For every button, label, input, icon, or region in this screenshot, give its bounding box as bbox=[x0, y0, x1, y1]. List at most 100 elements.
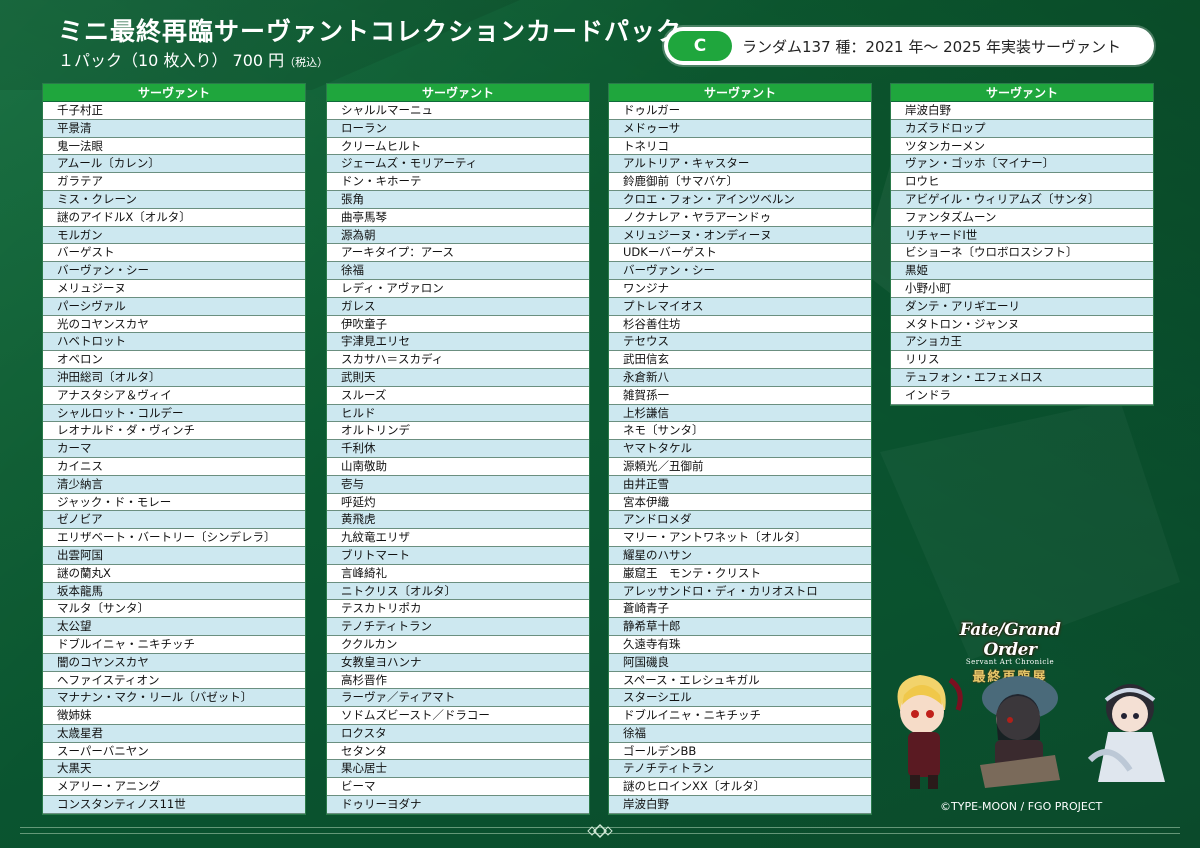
chibi-characters-illustration bbox=[897, 675, 1165, 789]
servant-row: レオナルド・ダ・ヴィンチ bbox=[43, 422, 305, 441]
price-subtitle: １パック（10 枚入り） 700 円（税込） bbox=[58, 47, 328, 71]
servant-row: セタンタ bbox=[327, 742, 589, 761]
chibi-character-left bbox=[897, 675, 963, 789]
servant-row: メドゥーサ bbox=[609, 119, 871, 138]
servant-row: アショカ王 bbox=[891, 333, 1153, 352]
servant-row: ゴールデンBB bbox=[609, 742, 871, 761]
servant-row: メタトロン・ジャンヌ bbox=[891, 315, 1153, 334]
servant-row: シャルロット・コルデー bbox=[43, 404, 305, 423]
servant-row: メリュジーヌ・オンディーヌ bbox=[609, 226, 871, 245]
servant-row: 武則天 bbox=[327, 368, 589, 387]
servant-row: ハベトロット bbox=[43, 333, 305, 352]
servant-list-column-1: サーヴァント 千子村正 平景清 鬼一法眼 アムール〔カレン〕 ガラテア ミス・クレーン 謎のア… bbox=[42, 83, 306, 815]
servant-row: ソドムズビースト／ドラコー bbox=[327, 707, 589, 725]
servant-row: スカサハ＝スカディ bbox=[327, 351, 589, 369]
servant-row: アーキタイプ：アース bbox=[327, 244, 589, 263]
servant-row: ゼノビア bbox=[43, 511, 305, 530]
servant-row: 杉谷善住坊 bbox=[609, 315, 871, 334]
servant-row: 言峰綺礼 bbox=[327, 564, 589, 583]
logo-title: Fate/Grand Order bbox=[959, 620, 1061, 660]
price-text: １パック（10 枚入り） 700 円 bbox=[58, 51, 285, 70]
servant-row: 大黒天 bbox=[43, 760, 305, 779]
servant-row: パーシヴァル bbox=[43, 297, 305, 316]
servant-row: ロクスタ bbox=[327, 724, 589, 743]
servant-row: インドラ bbox=[891, 386, 1153, 405]
servant-row: 呼延灼 bbox=[327, 493, 589, 512]
servant-row: ニトクリス〔オルタ〕 bbox=[327, 582, 589, 601]
servant-row: スルーズ bbox=[327, 386, 589, 405]
servant-row: オベロン bbox=[43, 351, 305, 369]
servant-row: アレッサンドロ・ディ・カリオストロ bbox=[609, 582, 871, 601]
servant-row: 果心居士 bbox=[327, 760, 589, 779]
servant-row: ジェームズ・モリアーティ bbox=[327, 155, 589, 174]
servant-row: シャルルマーニュ bbox=[327, 102, 589, 120]
servant-row: ヒルド bbox=[327, 404, 589, 423]
servant-row: 由井正雪 bbox=[609, 475, 871, 494]
servant-row: オルトリンデ bbox=[327, 422, 589, 441]
servant-row: 阿国磯良 bbox=[609, 653, 871, 672]
servant-row: 久遠寺有珠 bbox=[609, 635, 871, 654]
servant-row: 徐福 bbox=[327, 262, 589, 280]
servant-row: リチャードⅠ世 bbox=[891, 226, 1153, 245]
servant-row: ヤマトタケル bbox=[609, 440, 871, 458]
servant-row: 沖田総司〔オルタ〕 bbox=[43, 368, 305, 387]
servant-row: クリームヒルト bbox=[327, 137, 589, 156]
chibi-character-right bbox=[1087, 684, 1165, 782]
servant-row: 千利休 bbox=[327, 440, 589, 458]
servant-row: ドブルイニャ・ニキチッチ bbox=[609, 707, 871, 725]
servant-row: バーゲスト bbox=[43, 244, 305, 263]
servant-row: ワンジナ bbox=[609, 279, 871, 298]
servant-row: 出雲阿国 bbox=[43, 546, 305, 565]
servant-row: メアリー・アニング bbox=[43, 778, 305, 797]
servant-row: アビゲイル・ウィリアムズ〔サンタ〕 bbox=[891, 190, 1153, 209]
servant-row: 雑賀孫一 bbox=[609, 386, 871, 405]
servant-row: カーマ bbox=[43, 440, 305, 458]
servant-row: トネリコ bbox=[609, 137, 871, 156]
servant-row: ヴァン・ゴッホ〔マイナー〕 bbox=[891, 155, 1153, 174]
servant-row: UDKーバーゲスト bbox=[609, 244, 871, 263]
servant-row: テスカトリポカ bbox=[327, 600, 589, 619]
servant-row: 武田信玄 bbox=[609, 351, 871, 369]
servant-row: テセウス bbox=[609, 333, 871, 352]
servant-row: バーヴァン・シー bbox=[609, 262, 871, 280]
servant-row: ロウヒ bbox=[891, 173, 1153, 191]
fgo-logo: Fate/Grand Order Servant Art Chronicle 最… bbox=[935, 620, 1085, 685]
servant-row: アナスタシア＆ヴィイ bbox=[43, 386, 305, 405]
servant-row: 謎のヒロインXX〔オルタ〕 bbox=[609, 778, 871, 797]
servant-row: バーヴァン・シー bbox=[43, 262, 305, 280]
servant-row: スターシエル bbox=[609, 689, 871, 708]
servant-row: 徴姉妹 bbox=[43, 707, 305, 725]
servant-row: 岸波白野 bbox=[609, 796, 871, 814]
servant-list-column-2: サーヴァント シャルルマーニュ ローラン クリームヒルト ジェームズ・モリアーティ ドン・… bbox=[326, 83, 590, 815]
servant-row: ドブルイニャ・ニキチッチ bbox=[43, 635, 305, 654]
servant-row: ノクナレア・ヤラアーンドゥ bbox=[609, 208, 871, 227]
servant-row: 耀星のハサン bbox=[609, 546, 871, 565]
servant-row: ククルカン bbox=[327, 635, 589, 654]
servant-list-column-4: サーヴァント 岸波白野 カズラドロップ ツタンカーメン ヴァン・ゴッホ〔マイナー〕 ロウヒ… bbox=[890, 83, 1154, 406]
servant-row: 黄飛虎 bbox=[327, 511, 589, 530]
servant-list-column-3: サーヴァント ドゥルガー メドゥーサ トネリコ アルトリア・キャスター 鈴鹿御前〔サマバケ… bbox=[608, 83, 872, 815]
servant-row: マリー・アントワネット〔オルタ〕 bbox=[609, 529, 871, 547]
tax-note: （税込） bbox=[284, 56, 329, 69]
servant-row: 太歳星君 bbox=[43, 724, 305, 743]
servant-row: ネモ〔サンタ〕 bbox=[609, 422, 871, 441]
servant-row: アルトリア・キャスター bbox=[609, 155, 871, 174]
servant-row: ジャック・ド・モレー bbox=[43, 493, 305, 512]
servant-row: 蒼崎青子 bbox=[609, 600, 871, 619]
servant-row: テノチティトラン bbox=[609, 760, 871, 779]
servant-row: クロエ・フォン・アインツベルン bbox=[609, 190, 871, 209]
servant-row: コンスタンティノス11世 bbox=[43, 796, 305, 814]
servant-row: テュフォン・エフェメロス bbox=[891, 368, 1153, 387]
servant-row: 永倉新八 bbox=[609, 368, 871, 387]
servant-row: ローラン bbox=[327, 119, 589, 138]
servant-row: 源頼光／丑御前 bbox=[609, 457, 871, 476]
servant-row: プトレマイオス bbox=[609, 297, 871, 316]
servant-row: 壱与 bbox=[327, 475, 589, 494]
servant-row: マルタ〔サンタ〕 bbox=[43, 600, 305, 619]
servant-row: 九紋竜エリザ bbox=[327, 529, 589, 547]
servant-row: 坂本龍馬 bbox=[43, 582, 305, 601]
servant-row: ラーヴァ／ティアマト bbox=[327, 689, 589, 708]
servant-row: ファンタズムーン bbox=[891, 208, 1153, 227]
diamond-ornament bbox=[587, 823, 613, 839]
servant-row: 光のコヤンスカヤ bbox=[43, 315, 305, 334]
